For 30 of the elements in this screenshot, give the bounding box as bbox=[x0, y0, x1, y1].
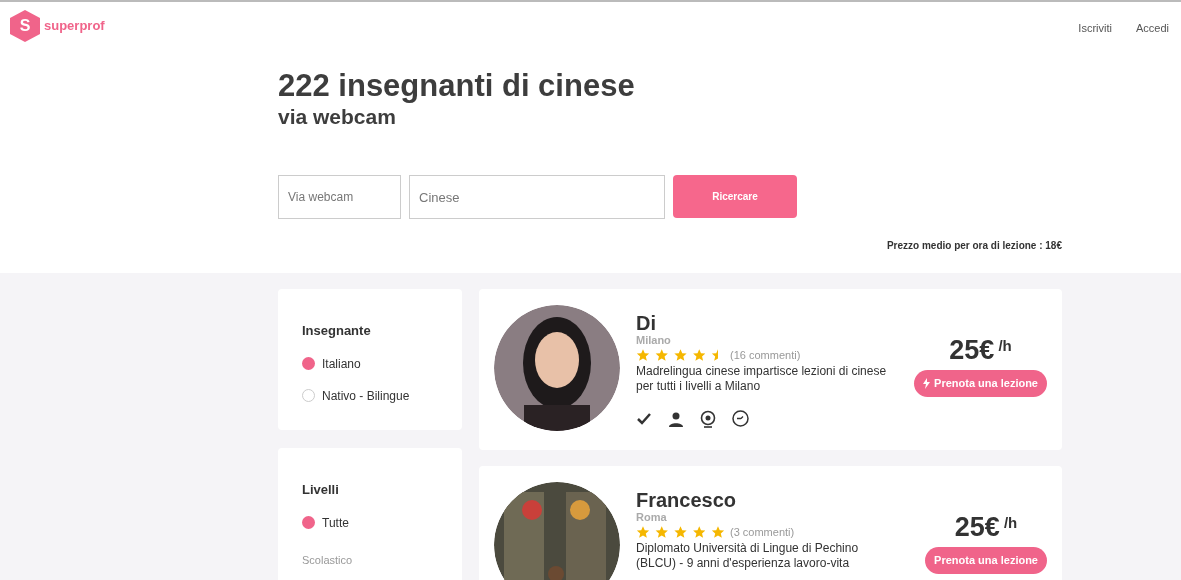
nav-link[interactable]: Iscriviti bbox=[1078, 20, 1112, 37]
subject-field[interactable]: Cinese bbox=[409, 175, 665, 219]
mode-field[interactable]: Via webcam bbox=[278, 175, 401, 219]
webcam-icon bbox=[700, 409, 716, 428]
price-unit: /h bbox=[1003, 513, 1018, 533]
price: 25€ bbox=[954, 512, 1000, 542]
teacher-name[interactable]: Francesco bbox=[636, 489, 889, 511]
radio-option[interactable]: Italiano bbox=[302, 354, 438, 373]
teacher-city: Milano bbox=[636, 334, 672, 347]
page-title: 222 insegnanti di cinese bbox=[278, 68, 636, 104]
average-price-text: Prezzo medio per ora di lezione : 18€ bbox=[886, 239, 1062, 253]
radio-icon[interactable] bbox=[302, 516, 315, 529]
radio-option[interactable]: Tutte bbox=[302, 513, 438, 532]
clock-icon bbox=[732, 410, 749, 427]
radio-icon[interactable] bbox=[302, 389, 315, 402]
page-subtitle: via webcam bbox=[278, 104, 397, 130]
price: 25€ bbox=[949, 335, 995, 365]
filter-title: Livelli bbox=[302, 481, 340, 499]
teacher-description: Diplomato Università di Lingue di Pechino (BLCU) - 9 anni d'esperienza lavoro-vita bbox=[636, 540, 860, 571]
teacher-name[interactable]: Di bbox=[636, 312, 889, 334]
radio-icon[interactable] bbox=[302, 357, 315, 370]
price-unit: /h bbox=[998, 336, 1012, 356]
radio-option[interactable]: Nativo - Bilingue bbox=[302, 386, 438, 405]
person-icon bbox=[668, 410, 684, 427]
filter-title: Insegnante bbox=[302, 322, 372, 340]
teacher-city: Roma bbox=[636, 511, 668, 524]
group-label: Scolastico bbox=[302, 552, 354, 568]
nav-link[interactable]: Accedi bbox=[1135, 20, 1169, 37]
teacher-description: Madrelingua cinese impartisce lezioni di cinese per tutti i livelli a Milano bbox=[636, 363, 888, 394]
lightning-icon bbox=[923, 378, 931, 389]
